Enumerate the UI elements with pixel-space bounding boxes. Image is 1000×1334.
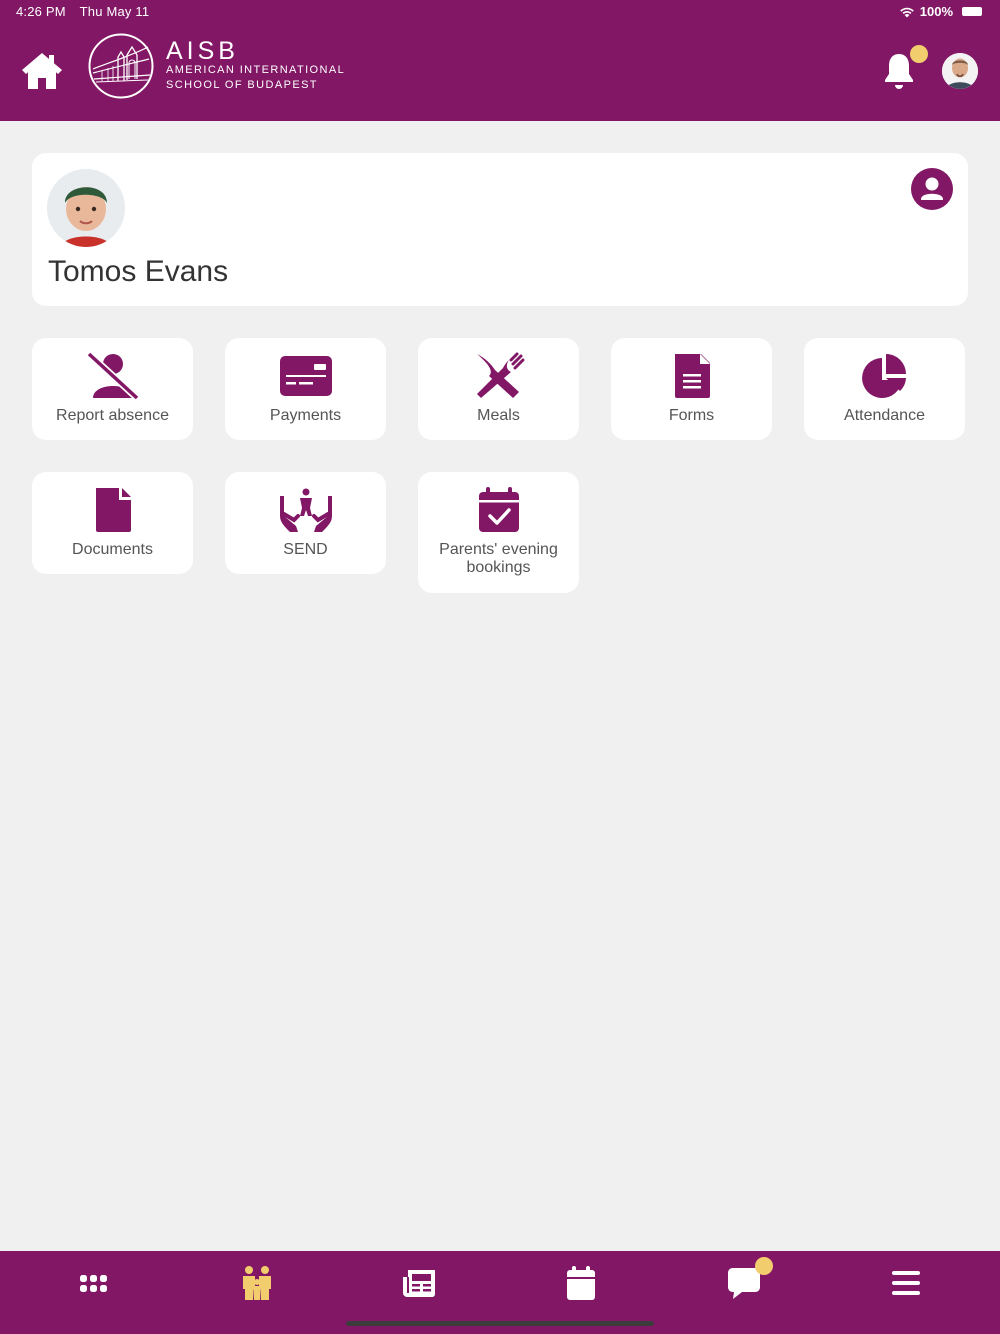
tile-forms[interactable]: Forms <box>611 338 772 440</box>
messages-badge <box>755 1257 773 1275</box>
logo-subtitle-line2: SCHOOL OF BUDAPEST <box>166 79 318 91</box>
hands-child-icon <box>279 488 332 532</box>
tile-label: Payments <box>269 407 342 424</box>
user-photo-icon <box>942 53 978 89</box>
status-bar-left: 4:26 PM Thu May 11 <box>16 4 149 19</box>
status-bar-right: 100% <box>899 4 982 19</box>
tile-meals[interactable]: Meals <box>418 338 579 440</box>
nav-apps[interactable] <box>74 1265 114 1301</box>
nav-news[interactable] <box>399 1265 439 1301</box>
tile-parents-evening-bookings[interactable]: Parents' evening bookings <box>418 472 579 593</box>
wifi-icon <box>899 7 914 17</box>
app-header: 4:26 PM Thu May 11 100% AISB AMERICAN IN… <box>0 0 1000 121</box>
tile-label: Attendance <box>844 407 925 424</box>
family-icon <box>243 1266 271 1300</box>
student-photo <box>47 169 125 247</box>
home-icon <box>22 53 62 89</box>
battery-percent: 100% <box>919 4 953 19</box>
pie-chart-icon <box>861 354 906 398</box>
credit-card-icon <box>279 356 332 396</box>
student-avatar-icon <box>47 169 125 247</box>
tile-send[interactable]: SEND <box>225 472 386 574</box>
calendar-icon <box>567 1266 595 1300</box>
logo-title: AISB <box>166 37 239 65</box>
newspaper-icon <box>403 1270 435 1297</box>
user-slash-icon <box>86 352 139 400</box>
tile-report-absence[interactable]: Report absence <box>32 338 193 440</box>
menu-icon <box>892 1271 920 1295</box>
school-logo: AISB AMERICAN INTERNATIONAL SCHOOL OF BU… <box>88 33 345 99</box>
tile-label: Documents <box>72 541 153 558</box>
tile-label: SEND <box>283 541 328 558</box>
nav-menu[interactable] <box>886 1265 926 1301</box>
file-icon <box>95 488 131 532</box>
user-circle-icon <box>921 177 943 200</box>
tile-label: Forms <box>668 407 715 424</box>
user-avatar[interactable] <box>942 53 978 89</box>
home-indicator <box>346 1321 654 1326</box>
status-time: 4:26 PM <box>16 4 66 19</box>
battery-icon <box>962 7 982 16</box>
tile-payments[interactable]: Payments <box>225 338 386 440</box>
notification-badge <box>910 45 928 63</box>
tile-label: Report absence <box>56 407 169 424</box>
nav-family[interactable] <box>237 1265 277 1301</box>
calendar-check-icon <box>478 487 519 532</box>
tile-attendance[interactable]: Attendance <box>804 338 965 440</box>
tile-label: Meals <box>477 407 520 424</box>
tile-documents[interactable]: Documents <box>32 472 193 574</box>
document-lines-icon <box>674 354 710 398</box>
logo-subtitle-line1: AMERICAN INTERNATIONAL <box>166 64 346 76</box>
tile-label: Parents' evening bookings <box>439 541 558 576</box>
bridge-logo-icon <box>88 33 154 99</box>
home-button[interactable] <box>20 50 64 92</box>
nav-calendar[interactable] <box>561 1265 601 1301</box>
student-name: Tomos Evans <box>48 255 229 288</box>
utensils-icon <box>476 352 524 398</box>
status-date: Thu May 11 <box>79 4 150 19</box>
student-card: Tomos Evans <box>32 153 968 306</box>
student-profile-button[interactable] <box>911 168 953 210</box>
grid-icon <box>80 1275 107 1292</box>
